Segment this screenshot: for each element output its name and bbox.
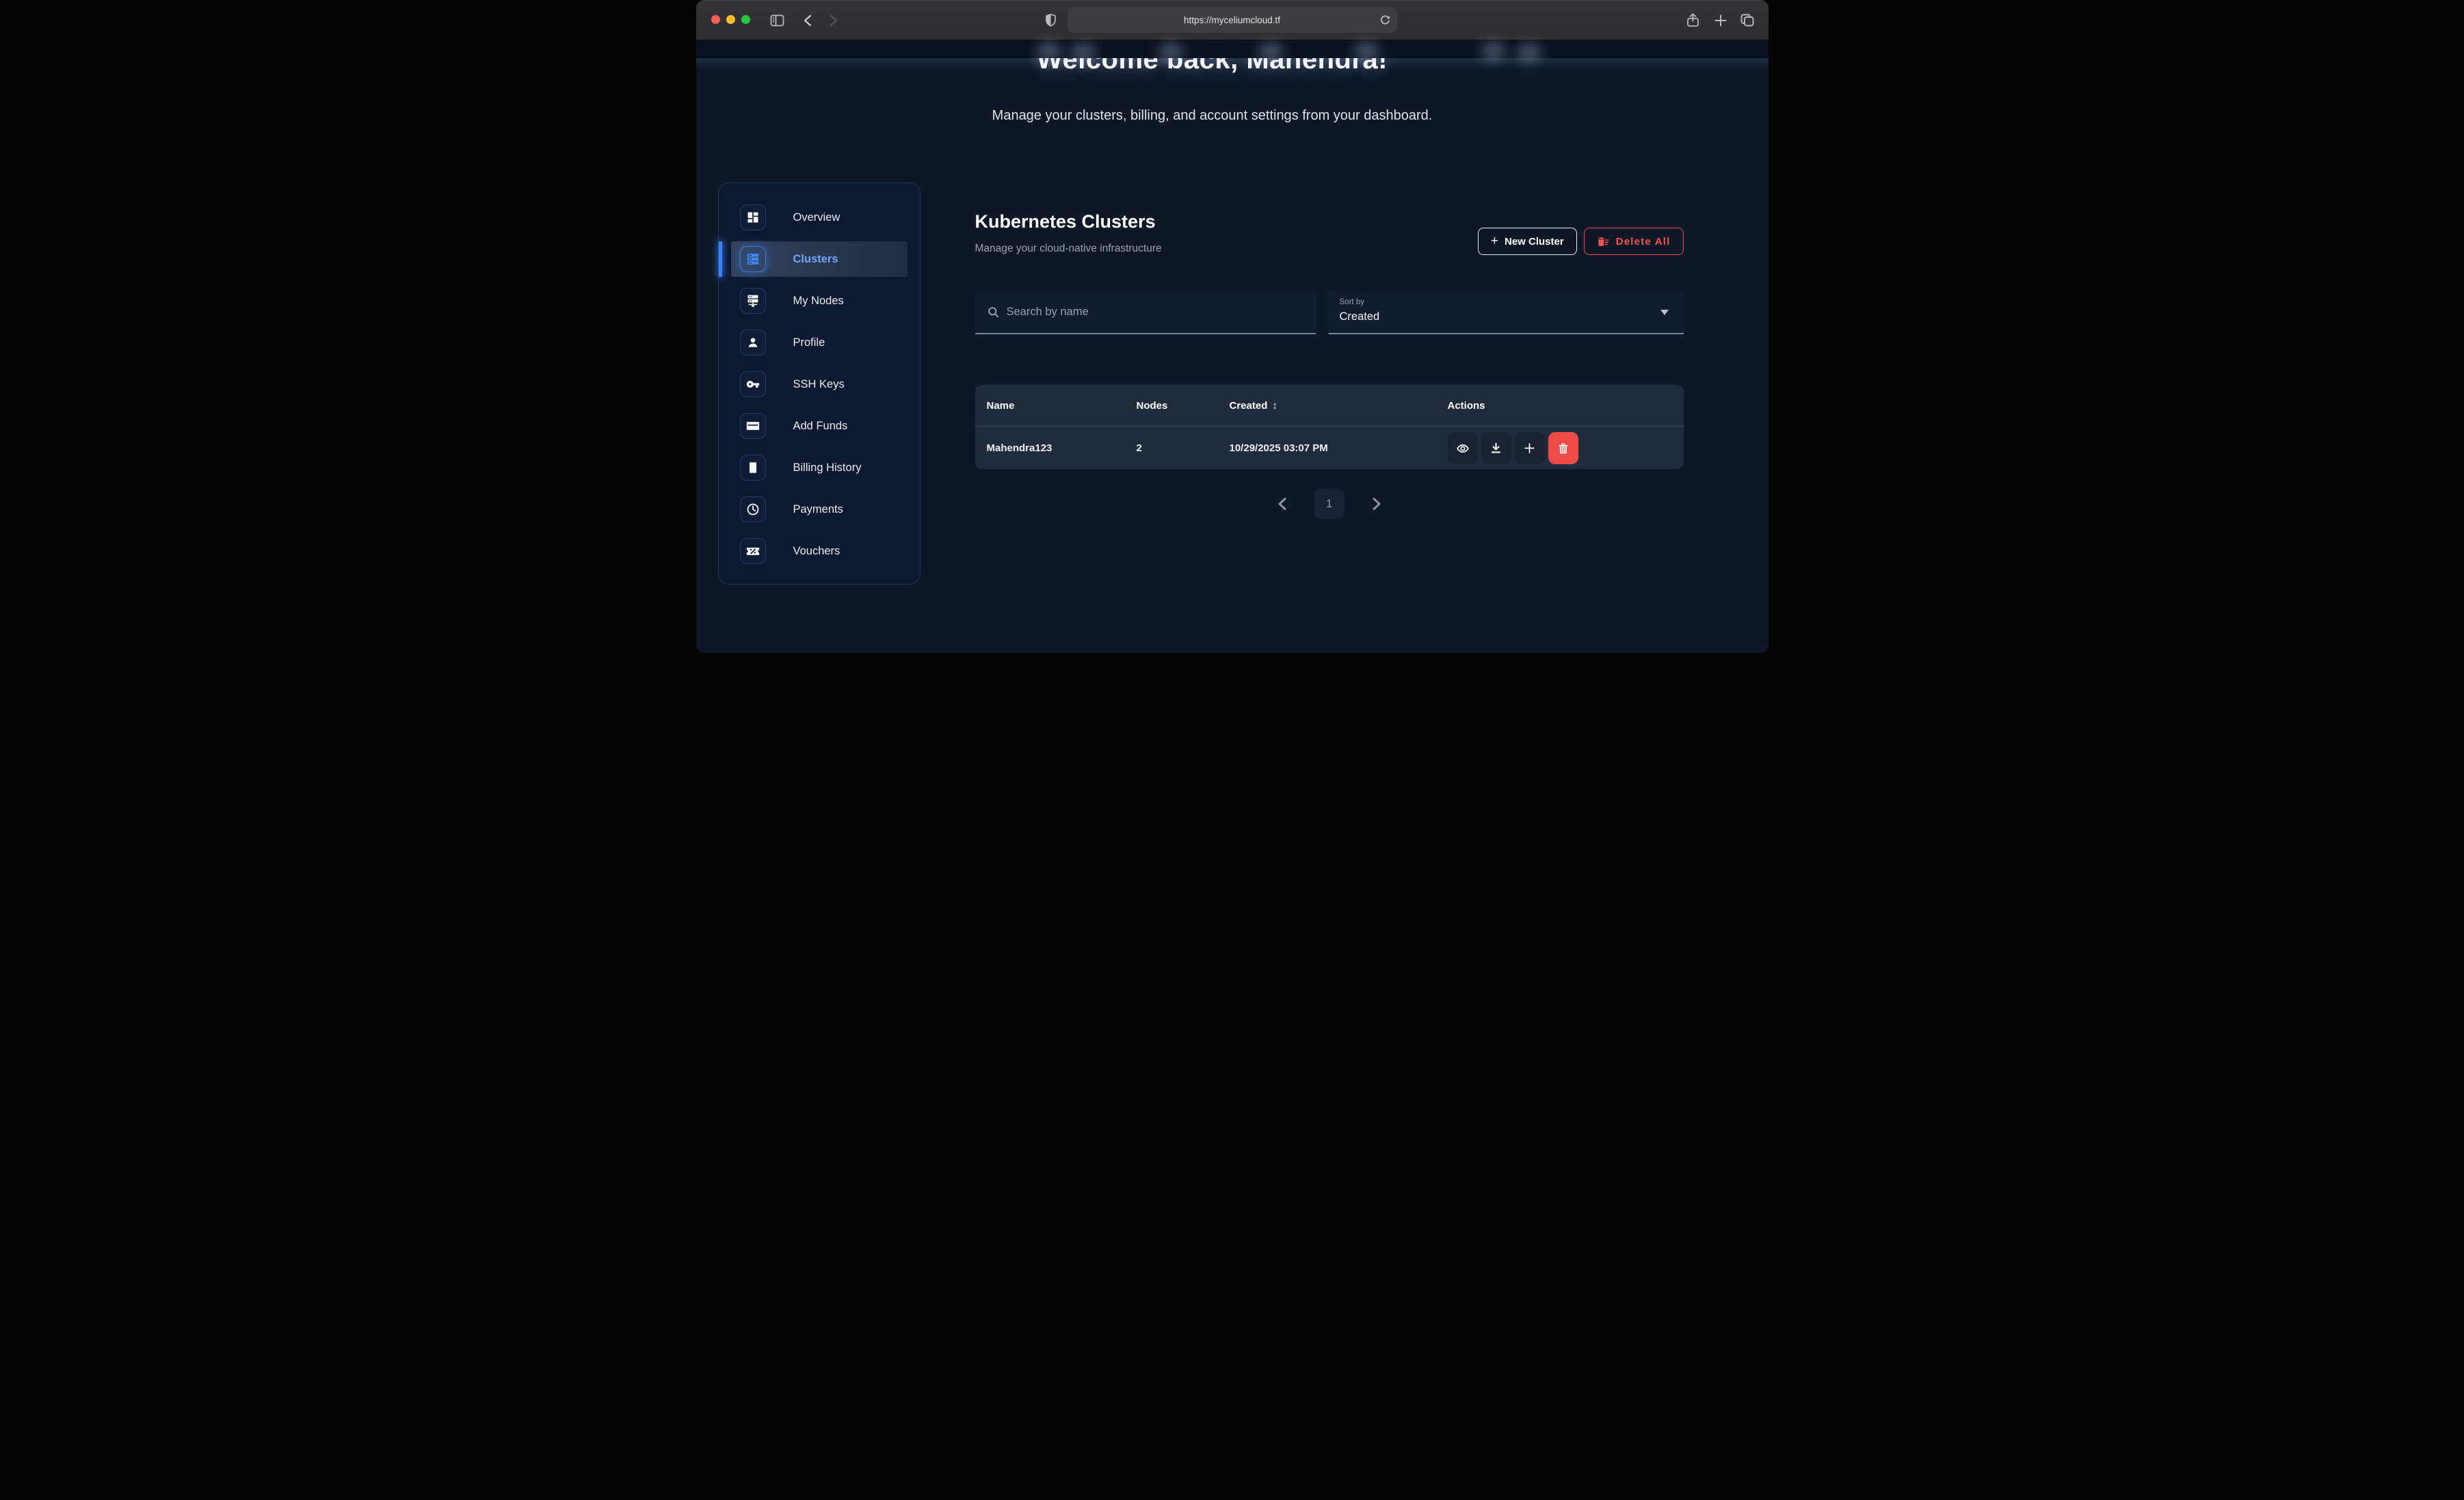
table-header-row: Name Nodes Created ↕ Actions — [975, 385, 1684, 427]
cell-cluster-name: Mahendra123 — [987, 442, 1137, 454]
filters-row: Sort by Created — [975, 291, 1684, 334]
eye-icon — [1456, 442, 1470, 455]
delete-all-button[interactable]: Delete All — [1584, 228, 1684, 255]
nodes-icon — [740, 288, 766, 314]
view-cluster-button[interactable] — [1448, 432, 1478, 464]
trash-icon — [1557, 442, 1569, 455]
glow-blob — [1258, 42, 1283, 62]
new-tab-icon[interactable] — [1711, 0, 1730, 40]
screenshot-stage: https://myceliumcloud.tf — [696, 0, 1768, 653]
credit-card-icon — [740, 413, 766, 439]
sidebar-item-label: Payments — [793, 503, 843, 516]
sidebar-item-add-funds[interactable]: Add Funds — [731, 408, 908, 444]
header-glow — [696, 58, 1768, 69]
sidebar-item-label: Billing History — [793, 461, 862, 474]
row-actions — [1448, 432, 1684, 464]
sidebar-item-billing-history[interactable]: Billing History — [731, 450, 908, 485]
column-header-name: Name — [987, 400, 1137, 412]
header-buttons: + New Cluster Delete All — [1478, 228, 1684, 255]
browser-toolbar: https://myceliumcloud.tf — [696, 0, 1768, 40]
sidebar-item-label: My Nodes — [793, 295, 844, 308]
page-subtitle: Manage your cloud-native infrastructure — [975, 243, 1162, 255]
glow-blob — [1481, 42, 1506, 61]
table-row: Mahendra123 2 10/29/2025 03:07 PM — [975, 427, 1684, 469]
clusters-table: Name Nodes Created ↕ Actions Mahendra123… — [975, 385, 1684, 469]
sidebar-item-overview[interactable]: Overview — [731, 200, 908, 235]
dashboard-icon — [740, 204, 766, 230]
clock-icon — [740, 496, 766, 522]
cell-node-count: 2 — [1137, 442, 1230, 454]
share-icon[interactable] — [1684, 0, 1703, 40]
sidebar-item-ssh-keys[interactable]: SSH Keys — [731, 366, 908, 402]
glow-blob — [1037, 42, 1061, 61]
sidebar-item-my-nodes[interactable]: My Nodes — [731, 283, 908, 319]
top-clip-strip — [696, 40, 1768, 58]
back-icon[interactable] — [799, 0, 817, 40]
column-header-actions: Actions — [1448, 400, 1684, 412]
delete-cluster-button[interactable] — [1548, 432, 1578, 464]
browser-window: https://myceliumcloud.tf — [696, 0, 1768, 653]
new-cluster-button[interactable]: + New Cluster — [1478, 228, 1577, 255]
page-title: Kubernetes Clusters — [975, 211, 1156, 232]
welcome-subtitle: Manage your clusters, billing, and accou… — [696, 108, 1729, 124]
column-header-nodes: Nodes — [1137, 400, 1230, 412]
download-icon — [1489, 442, 1502, 455]
glow-blob — [1517, 43, 1541, 62]
next-page-button[interactable] — [1372, 497, 1381, 511]
dashboard-page: Welcome back, Mahendra! Manage your clus… — [696, 40, 1768, 653]
user-icon — [740, 330, 766, 356]
sort-label: Sort by — [1340, 298, 1684, 306]
sidebar-item-clusters[interactable]: Clusters — [731, 241, 908, 277]
plus-icon: + — [1491, 234, 1498, 249]
page-number[interactable]: 1 — [1314, 489, 1344, 519]
ticket-icon — [740, 538, 766, 564]
previous-page-button[interactable] — [1277, 497, 1287, 511]
created-header-label: Created — [1230, 400, 1268, 412]
close-window-button[interactable] — [711, 15, 720, 24]
tab-overview-icon[interactable] — [1738, 0, 1757, 40]
chevron-down-icon — [1660, 310, 1669, 315]
delete-all-label: Delete All — [1616, 236, 1671, 247]
forward-icon[interactable] — [825, 0, 843, 40]
search-icon — [987, 306, 1000, 319]
sidebar-nav: Overview Clusters — [718, 183, 920, 585]
key-icon — [740, 371, 766, 397]
sidebar-toggle-icon[interactable] — [767, 0, 789, 40]
glow-blob — [1158, 42, 1183, 62]
search-input[interactable] — [1007, 306, 1294, 319]
plus-icon — [1523, 442, 1536, 455]
minimize-window-button[interactable] — [726, 15, 735, 24]
cell-created-date: 10/29/2025 03:07 PM — [1230, 442, 1448, 454]
sidebar-item-label: Profile — [793, 336, 825, 349]
sidebar-item-label: Add Funds — [793, 420, 848, 433]
sort-value: Created — [1340, 310, 1684, 323]
new-cluster-label: New Cluster — [1505, 236, 1564, 247]
sidebar-item-label: SSH Keys — [793, 378, 845, 391]
reload-icon[interactable] — [1380, 12, 1390, 27]
pagination: 1 — [975, 489, 1684, 519]
delete-sweep-icon — [1597, 235, 1610, 248]
sidebar-item-vouchers[interactable]: Vouchers — [731, 533, 908, 569]
add-node-button[interactable] — [1515, 432, 1545, 464]
receipt-icon — [740, 455, 766, 481]
servers-icon — [740, 246, 766, 272]
glow-blob — [1071, 43, 1096, 62]
url-text: https://myceliumcloud.tf — [1184, 15, 1280, 25]
sidebar-item-label: Overview — [793, 211, 840, 224]
sort-arrows-icon: ↕ — [1272, 400, 1277, 412]
sidebar-item-label: Vouchers — [793, 545, 840, 558]
sidebar-item-label: Clusters — [793, 253, 838, 266]
address-bar[interactable]: https://myceliumcloud.tf — [1068, 7, 1397, 33]
glow-blob — [1354, 42, 1379, 61]
column-header-created[interactable]: Created ↕ — [1230, 400, 1448, 412]
sidebar-item-profile[interactable]: Profile — [731, 325, 908, 360]
search-field[interactable] — [975, 291, 1316, 334]
shield-icon[interactable] — [1042, 0, 1060, 40]
download-kubeconfig-button[interactable] — [1481, 432, 1511, 464]
sidebar-item-payments[interactable]: Payments — [731, 492, 908, 527]
zoom-window-button[interactable] — [741, 15, 750, 24]
sort-dropdown[interactable]: Sort by Created — [1329, 291, 1684, 334]
